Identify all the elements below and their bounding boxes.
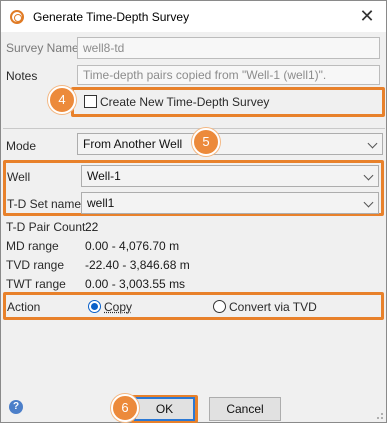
step-5-callout: 5 xyxy=(192,128,220,156)
survey-name-label: Survey Name xyxy=(6,41,79,55)
divider-top xyxy=(3,128,385,129)
md-range-value: 0.00 - 4,076.70 m xyxy=(85,239,180,253)
chevron-down-icon xyxy=(363,197,374,208)
twt-range-label: TWT range xyxy=(6,277,66,291)
md-range-label: MD range xyxy=(6,239,59,253)
resize-grip-icon[interactable] xyxy=(374,410,384,420)
title-bar: Generate Time-Depth Survey ✕ xyxy=(1,1,386,32)
step-4-callout: 4 xyxy=(48,86,76,114)
tvd-range-value: -22.40 - 3,846.68 m xyxy=(85,258,190,272)
td-pair-count-value: 22 xyxy=(85,220,99,234)
step-6-callout: 6 xyxy=(111,394,139,422)
notes-label: Notes xyxy=(6,69,38,83)
ok-button[interactable]: OK xyxy=(134,397,195,421)
create-new-checkbox[interactable] xyxy=(84,95,97,108)
help-icon[interactable]: ? xyxy=(9,400,23,414)
chevron-down-icon xyxy=(363,170,374,181)
time-depth-survey-icon xyxy=(10,10,24,24)
twt-range-value: 0.00 - 3,003.55 ms xyxy=(85,277,186,291)
td-set-label: T-D Set name xyxy=(7,197,82,211)
well-dropdown[interactable]: Well-1 xyxy=(81,165,379,187)
well-dropdown-value: Well-1 xyxy=(87,169,121,183)
td-pair-count-label: T-D Pair Count xyxy=(6,220,86,234)
well-label: Well xyxy=(7,170,31,184)
mode-dropdown[interactable]: From Another Well xyxy=(77,133,383,155)
mode-dropdown-value: From Another Well xyxy=(83,137,183,151)
convert-tvd-radio-label[interactable]: Convert via TVD xyxy=(229,300,317,314)
td-set-dropdown-value: well1 xyxy=(87,196,115,210)
dialog-window: Generate Time-Depth Survey ✕ Survey Name… xyxy=(0,0,387,423)
mode-label: Mode xyxy=(6,139,37,153)
window-title: Generate Time-Depth Survey xyxy=(33,10,190,24)
tvd-range-label: TVD range xyxy=(6,258,65,272)
cancel-button[interactable]: Cancel xyxy=(209,397,281,421)
copy-radio-label[interactable]: Copy xyxy=(104,300,132,314)
close-icon[interactable]: ✕ xyxy=(356,5,378,27)
convert-tvd-radio[interactable] xyxy=(213,300,226,313)
td-set-dropdown[interactable]: well1 xyxy=(81,192,379,214)
action-label: Action xyxy=(7,300,41,314)
copy-radio[interactable] xyxy=(88,300,101,313)
create-new-label[interactable]: Create New Time-Depth Survey xyxy=(100,95,269,109)
action-highlight xyxy=(3,292,384,320)
notes-field[interactable]: Time-depth pairs copied from "Well-1 (we… xyxy=(77,65,380,85)
survey-name-field[interactable]: well8-td xyxy=(77,37,380,59)
chevron-down-icon xyxy=(367,138,378,149)
